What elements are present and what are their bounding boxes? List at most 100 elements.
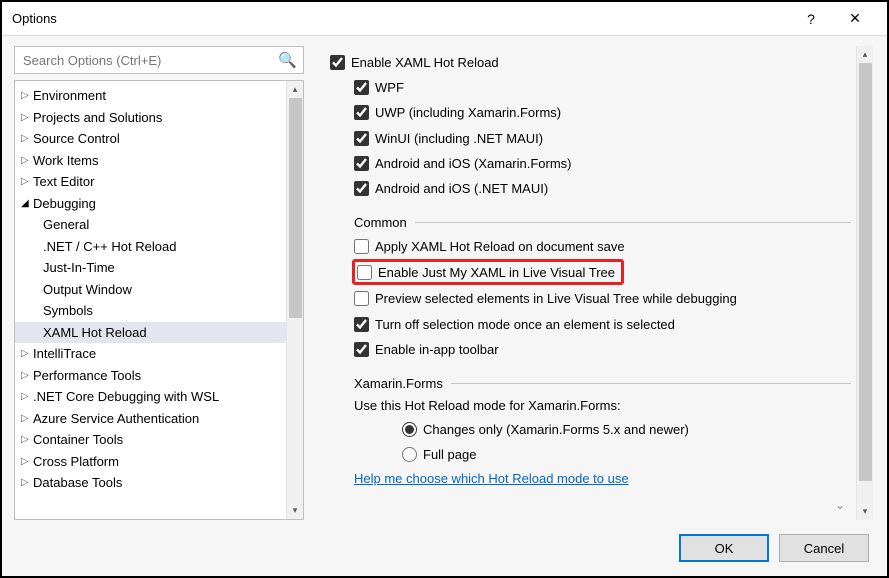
checkbox-row: Android and iOS (Xamarin.Forms): [330, 151, 851, 176]
checkbox-label: Android and iOS (Xamarin.Forms): [375, 156, 572, 171]
checkbox-label: Preview selected elements in Live Visual…: [375, 291, 737, 306]
checkbox[interactable]: [354, 342, 369, 357]
checkbox-row: WPF: [330, 75, 851, 100]
settings-panel: Enable XAML Hot Reload WPF UWP (including …: [326, 46, 873, 520]
close-button[interactable]: ✕: [833, 4, 877, 34]
tree-item[interactable]: ▷Cross Platform: [15, 451, 286, 473]
tree-item[interactable]: ▷Performance Tools: [15, 365, 286, 387]
radio[interactable]: [402, 447, 417, 462]
options-dialog: Options ? ✕ 🔍 ▷Environment▷Projects and …: [0, 0, 889, 578]
scroll-up-icon[interactable]: ▴: [287, 81, 303, 98]
ok-button[interactable]: OK: [679, 534, 769, 562]
checkbox[interactable]: [354, 181, 369, 196]
checkbox[interactable]: [354, 156, 369, 171]
window-title: Options: [12, 11, 789, 26]
tree-item-label: Output Window: [43, 282, 132, 297]
scroll-down-icon[interactable]: ▾: [857, 503, 873, 520]
tree-item-label: Symbols: [43, 303, 93, 318]
tree-sub-item[interactable]: Just-In-Time: [15, 257, 286, 279]
checkbox-label: Apply XAML Hot Reload on document save: [375, 239, 625, 254]
checkbox[interactable]: [354, 80, 369, 95]
help-button[interactable]: ?: [789, 4, 833, 34]
checkbox-row: WinUI (including .NET MAUI): [330, 126, 851, 151]
checkbox[interactable]: [330, 55, 345, 70]
checkbox-label: WPF: [375, 80, 404, 95]
tree-item[interactable]: ▷Work Items: [15, 150, 286, 172]
tree-item-label: Container Tools: [33, 432, 123, 447]
checkbox-label: UWP (including Xamarin.Forms): [375, 105, 561, 120]
checkbox-row: Enable in-app toolbar: [330, 337, 851, 362]
tree-item-label: Performance Tools: [33, 368, 141, 383]
tree-item[interactable]: ▷Database Tools: [15, 472, 286, 494]
tree-sub-item[interactable]: Symbols: [15, 300, 286, 322]
tree-item[interactable]: ▷.NET Core Debugging with WSL: [15, 386, 286, 408]
checkbox-label: Android and iOS (.NET MAUI): [375, 181, 548, 196]
arrow-collapsed-icon[interactable]: ▷: [21, 90, 33, 101]
group-header-common: Common: [330, 215, 851, 230]
help-link[interactable]: Help me choose which Hot Reload mode to …: [330, 471, 629, 486]
checkbox-label: Enable in-app toolbar: [375, 342, 499, 357]
divider: [415, 222, 851, 223]
titlebar: Options ? ✕: [2, 2, 887, 36]
arrow-collapsed-icon[interactable]: ▷: [21, 370, 33, 381]
arrow-collapsed-icon[interactable]: ▷: [21, 434, 33, 445]
group-label-text: Xamarin.Forms: [354, 376, 451, 391]
radio-row: Changes only (Xamarin.Forms 5.x and newe…: [330, 417, 851, 442]
tree-sub-item[interactable]: XAML Hot Reload: [15, 322, 286, 344]
tree-item-label: Cross Platform: [33, 454, 119, 469]
tree-item[interactable]: ▷Text Editor: [15, 171, 286, 193]
tree-item[interactable]: ▷Source Control: [15, 128, 286, 150]
tree-sub-item[interactable]: .NET / C++ Hot Reload: [15, 236, 286, 258]
checkbox[interactable]: [357, 265, 372, 280]
arrow-collapsed-icon[interactable]: ▷: [21, 391, 33, 402]
cancel-button[interactable]: Cancel: [779, 534, 869, 562]
tree-item-label: .NET / C++ Hot Reload: [43, 239, 176, 254]
tree-item[interactable]: ◢Debugging: [15, 193, 286, 215]
arrow-collapsed-icon[interactable]: ▷: [21, 477, 33, 488]
chevron-down-icon[interactable]: ⌄: [835, 498, 845, 512]
radio[interactable]: [402, 422, 417, 437]
checkbox[interactable]: [354, 105, 369, 120]
search-box[interactable]: 🔍: [14, 46, 304, 74]
nav-tree: ▷Environment▷Projects and Solutions▷Sour…: [14, 80, 304, 520]
checkbox[interactable]: [354, 317, 369, 332]
tree-item[interactable]: ▷IntelliTrace: [15, 343, 286, 365]
tree-item-label: XAML Hot Reload: [43, 325, 147, 340]
arrow-collapsed-icon[interactable]: ▷: [21, 112, 33, 123]
arrow-collapsed-icon[interactable]: ▷: [21, 456, 33, 467]
arrow-collapsed-icon[interactable]: ▷: [21, 176, 33, 187]
checkbox-row: UWP (including Xamarin.Forms): [330, 100, 851, 125]
dialog-footer: OK Cancel: [2, 520, 887, 576]
radio-label: Full page: [423, 447, 476, 462]
checkbox[interactable]: [354, 291, 369, 306]
tree-sub-item[interactable]: General: [15, 214, 286, 236]
group-label-text: Common: [354, 215, 415, 230]
arrow-collapsed-icon[interactable]: ▷: [21, 413, 33, 424]
tree-item-label: Database Tools: [33, 475, 122, 490]
arrow-collapsed-icon[interactable]: ▷: [21, 348, 33, 359]
tree-item-label: Work Items: [33, 153, 99, 168]
scroll-up-icon[interactable]: ▴: [857, 46, 873, 63]
tree-item-label: Just-In-Time: [43, 260, 115, 275]
tree-item[interactable]: ▷Projects and Solutions: [15, 107, 286, 129]
arrow-expanded-icon[interactable]: ◢: [21, 198, 33, 209]
tree-item[interactable]: ▷Container Tools: [15, 429, 286, 451]
tree-item-label: Environment: [33, 88, 106, 103]
arrow-collapsed-icon[interactable]: ▷: [21, 133, 33, 144]
radio-label: Changes only (Xamarin.Forms 5.x and newe…: [423, 422, 689, 437]
tree-scrollbar[interactable]: ▴ ▾: [286, 81, 303, 519]
xamarin-desc: Use this Hot Reload mode for Xamarin.For…: [330, 395, 851, 417]
tree-item[interactable]: ▷Environment: [15, 85, 286, 107]
scroll-thumb[interactable]: [859, 63, 872, 481]
scroll-down-icon[interactable]: ▾: [287, 502, 303, 519]
search-input[interactable]: [21, 52, 278, 69]
scroll-thumb[interactable]: [289, 98, 302, 318]
tree-item[interactable]: ▷Azure Service Authentication: [15, 408, 286, 430]
checkbox-label: Enable XAML Hot Reload: [351, 55, 499, 70]
checkbox[interactable]: [354, 131, 369, 146]
tree-item-label: Debugging: [33, 196, 96, 211]
panel-scrollbar[interactable]: ▴ ▾: [856, 46, 873, 520]
tree-sub-item[interactable]: Output Window: [15, 279, 286, 301]
checkbox[interactable]: [354, 239, 369, 254]
arrow-collapsed-icon[interactable]: ▷: [21, 155, 33, 166]
